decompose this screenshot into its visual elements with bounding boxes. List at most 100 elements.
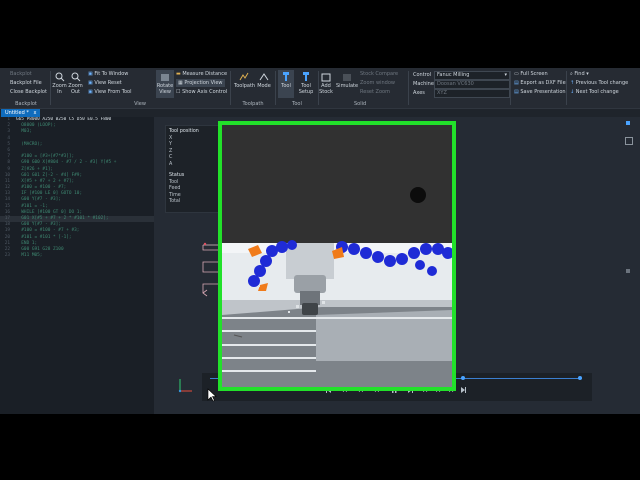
simulate-button[interactable]: Simulate — [336, 72, 358, 89]
code-text: G00 Y[#7 - #3]; — [16, 197, 61, 203]
document-tab-bar: Untitled * x — [0, 109, 640, 117]
axis-name: Z — [169, 148, 173, 154]
axes-value: XYZ — [437, 90, 447, 96]
status-title: Status — [169, 173, 185, 178]
full-screen-button[interactable]: ▭ Full Screen — [514, 71, 548, 77]
rotate-view-label: Rotate View — [156, 83, 174, 95]
previous-tool-change-label: Previous Tool change — [575, 80, 629, 86]
code-text: #100 = #100 - #7; — [16, 185, 67, 191]
view-group-label: View — [134, 101, 146, 107]
mode-icon — [259, 73, 269, 81]
code-text: END 1; — [16, 240, 38, 246]
share-group: ▭ Full Screen ▤ Export as DXF File ▤ Sav… — [512, 68, 566, 108]
mode-label: Mode — [257, 83, 271, 89]
machine-select[interactable]: Doosan VC630 — [434, 80, 510, 89]
add-stock-button[interactable]: Add Stock — [316, 72, 336, 95]
code-text: (MACRO); — [16, 141, 43, 147]
backplot-file-button[interactable]: Backplot File — [10, 80, 42, 86]
export-dxf-button[interactable]: ▤ Export as DXF File — [514, 80, 566, 86]
zoom-out-button[interactable]: Zoom Out — [68, 72, 83, 95]
code-line-empty[interactable] — [0, 395, 154, 401]
tool-group-label: Tool — [292, 101, 302, 107]
machine-group: Control Fanuc Milling ▾ Machine Doosan VC… — [410, 68, 510, 108]
toolpath-button[interactable]: Toolpath — [234, 72, 255, 89]
show-axis-control-checkbox[interactable]: ☐ Show Axis Control — [176, 89, 227, 95]
view-cube-icon[interactable] — [625, 137, 633, 145]
previous-tool-change-button[interactable]: ↑ Previous Tool change — [570, 80, 628, 86]
axis-name: A — [169, 161, 173, 167]
control-label: Control — [413, 72, 432, 78]
rotate-view-button[interactable]: Rotate View — [156, 70, 174, 98]
zoom-in-label: Zoom In — [52, 83, 67, 95]
save-presentation-label: Save Presentation — [520, 89, 566, 95]
axes-select[interactable]: XYZ — [434, 89, 510, 98]
tool-position-title: Tool position — [169, 129, 199, 134]
tool-icon — [283, 72, 289, 81]
view-reset-button[interactable]: ▣ View Reset — [88, 80, 122, 86]
next-tool-change-button[interactable]: ↓ Next Tool change — [570, 89, 619, 95]
axis-name: Y — [169, 142, 172, 148]
toolpath-group-label: Toolpath — [242, 101, 264, 107]
code-text: G90 G00 X[#804 - #7 / 2 - #3] Y[#5 + — [16, 160, 117, 166]
tool-group: Tool Tool Setup Tool — [277, 68, 317, 108]
backplot-button[interactable]: Backplot — [10, 71, 32, 77]
control-value: Fanuc Milling — [437, 72, 470, 78]
measure-distance-label: Measure Distance — [182, 71, 228, 77]
view-from-tool-button[interactable]: ▣ View From Tool — [88, 89, 131, 95]
zoom-window-button[interactable]: Zoom window — [360, 80, 395, 86]
save-presentation-button[interactable]: ▤ Save Presentation — [514, 89, 566, 95]
show-axis-control-label: Show Axis Control — [182, 89, 228, 95]
code-text: #101 = -1; — [16, 203, 48, 209]
zoom-in-button[interactable]: Zoom In — [52, 72, 67, 95]
next-tool-change-label: Next Tool change — [575, 89, 619, 95]
control-select[interactable]: Fanuc Milling ▾ — [434, 71, 510, 80]
playback-progress-handle[interactable] — [460, 376, 465, 380]
close-icon[interactable]: x — [33, 110, 36, 116]
ribbon-toolbar: Backplot Backplot File Close Backplot Ba… — [0, 68, 640, 109]
code-text: G00 G91 G28 Z100 — [16, 246, 64, 252]
axes-label: Axes — [413, 90, 425, 96]
tool-setup-button[interactable]: Tool Setup — [296, 72, 316, 95]
code-text: IF [#100 LE 0] GOTO 10; — [16, 191, 83, 197]
zoom-out-icon — [71, 72, 80, 82]
code-text: G00 Y[#7 - #3]; — [16, 222, 61, 228]
code-text: O8000 (LOOP); — [16, 123, 56, 129]
toolpath-group: Toolpath Mode Toolpath — [232, 68, 274, 108]
gcode-editor[interactable]: 1 G65 P8000 A250 B250 C5 D50 E0.5 F800 2 O… — [0, 117, 154, 414]
add-stock-icon — [321, 73, 331, 82]
zoom-in-icon — [55, 72, 64, 82]
tool-button[interactable]: Tool — [278, 70, 294, 98]
stock-compare-button[interactable]: Stock Compare — [360, 71, 398, 77]
simulate-icon — [343, 74, 351, 81]
code-text: G65 P8000 A250 B250 C5 D50 E0.5 F800 — [16, 117, 112, 122]
view-reset-label: View Reset — [94, 80, 122, 86]
measure-distance-button[interactable]: ▬ Measure Distance — [176, 71, 227, 77]
axis-triad-icon — [178, 379, 192, 393]
fit-to-window-label: Fit To Window — [94, 71, 129, 77]
mode-button[interactable]: Mode — [254, 72, 274, 89]
fit-to-window-button[interactable]: ▣ Fit To Window — [88, 71, 128, 77]
playback-end-handle[interactable] — [578, 376, 582, 380]
code-text: X[#5 + #7 + 2 + #7]; — [16, 178, 75, 184]
close-backplot-button[interactable]: Close Backplot — [10, 89, 47, 95]
chevron-down-icon: ▾ — [504, 72, 507, 78]
tool-label: Tool — [281, 83, 291, 89]
axis-name: C — [169, 155, 173, 161]
projection-view-button[interactable]: ▦ Projection View — [176, 79, 225, 87]
tab-label: Untitled * — [5, 110, 29, 116]
scroll-marker-icon — [626, 269, 630, 273]
backplot-group-label: Backplot — [15, 101, 37, 107]
reset-zoom-button[interactable]: Reset Zoom — [360, 89, 390, 95]
status-name: Feed — [169, 186, 181, 192]
full-screen-label: Full Screen — [520, 71, 548, 77]
tool-setup-icon — [303, 72, 309, 81]
rotate-view-icon — [161, 74, 169, 81]
panel-toggle-icon[interactable] — [626, 121, 630, 125]
code-text: #100 = #100 - #7 + #3; — [16, 228, 80, 234]
simulation-video-overlay — [218, 121, 456, 391]
view-from-tool-label: View From Tool — [94, 89, 132, 95]
tab-untitled[interactable]: Untitled * x — [1, 109, 41, 117]
code-text: WHILE [#100 GT 0] DO 1; — [16, 209, 83, 215]
find-button[interactable]: ⌕ Find ▾ — [570, 71, 589, 77]
machining-simulation-image — [222, 125, 452, 387]
